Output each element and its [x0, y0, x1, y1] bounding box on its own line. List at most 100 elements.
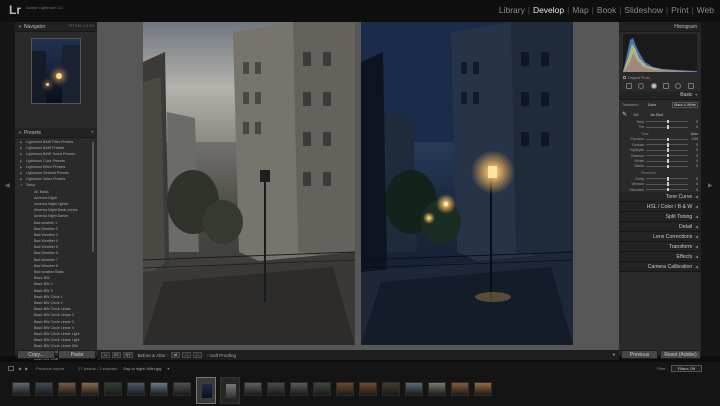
- filmstrip-thumb[interactable]: [12, 382, 30, 396]
- wb-select[interactable]: As Shot: [651, 113, 663, 117]
- slider-knob[interactable]: [667, 182, 669, 186]
- module-slideshow[interactable]: Slideshow: [624, 5, 663, 15]
- section-split-toning[interactable]: Split Toning ◀: [619, 212, 701, 223]
- add-preset-icon[interactable]: +: [90, 130, 94, 136]
- histogram-graph[interactable]: [623, 34, 697, 72]
- section-hsl-color-b-w[interactable]: HSL / Color / B & W ◀: [619, 202, 701, 213]
- section-tone-curve[interactable]: Tone Curve ◀: [619, 192, 701, 203]
- navigator-preview[interactable]: [31, 38, 81, 104]
- filmstrip-thumb[interactable]: [336, 382, 354, 396]
- module-develop[interactable]: Develop: [533, 5, 564, 15]
- eyedropper-icon[interactable]: ✎: [622, 111, 629, 118]
- filmstrip-thumb[interactable]: [81, 382, 99, 396]
- slider-track[interactable]: [646, 119, 688, 124]
- slider-value[interactable]: 0: [688, 154, 698, 158]
- navigator-header[interactable]: ▼ Navigator FIT FILL 1:1 3:1: [15, 22, 97, 32]
- filename[interactable]: Day to night: After.jpg: [123, 366, 161, 371]
- section-camera-calibration[interactable]: Camera Calibration ◀: [619, 262, 701, 273]
- radial-filter-icon[interactable]: [675, 83, 682, 89]
- adjustment-brush-icon[interactable]: [687, 83, 694, 89]
- original-photo-toggle[interactable]: Original Photo: [619, 74, 701, 81]
- presets-header[interactable]: ▼ Presets +: [15, 128, 97, 138]
- filmstrip-thumb[interactable]: [58, 382, 76, 396]
- swap-before-after-button[interactable]: ⇄: [171, 352, 181, 358]
- back-icon[interactable]: ◀: [18, 366, 21, 371]
- slider-value[interactable]: 0: [688, 120, 698, 124]
- paste-button[interactable]: Paste: [58, 350, 96, 359]
- slider-value[interactable]: 0: [688, 143, 698, 147]
- slider-knob[interactable]: [667, 119, 669, 124]
- slider-knob[interactable]: [667, 153, 669, 158]
- slider-knob[interactable]: [667, 148, 669, 153]
- slider-value[interactable]: 0: [688, 148, 698, 152]
- copy-before-to-after-button[interactable]: →: [182, 352, 192, 358]
- module-map[interactable]: Map: [572, 5, 589, 15]
- filename-menu-icon[interactable]: ▾: [167, 366, 169, 371]
- slider-track[interactable]: [646, 164, 688, 169]
- filmstrip-thumb[interactable]: [104, 382, 122, 396]
- section-transform[interactable]: Transform ◀: [619, 242, 701, 253]
- slider-knob[interactable]: [667, 164, 669, 169]
- left-panel-toggle[interactable]: ◀: [0, 22, 15, 356]
- slider-value[interactable]: 0: [688, 159, 698, 163]
- soft-proofing-checkbox[interactable]: ▫ Soft Proofing: [207, 353, 236, 358]
- filmstrip-thumb[interactable]: [428, 382, 446, 396]
- slider-value[interactable]: 0: [688, 125, 698, 129]
- filmstrip-thumb[interactable]: [382, 382, 400, 396]
- zoom-options[interactable]: FIT FILL 1:1 3:1: [69, 24, 94, 28]
- filmstrip-thumb[interactable]: [150, 382, 168, 396]
- toolbar-menu-icon[interactable]: ▾: [613, 352, 615, 358]
- module-book[interactable]: Book: [597, 5, 616, 15]
- filmstrip-thumb[interactable]: [290, 382, 308, 396]
- slider-track[interactable]: [646, 143, 688, 147]
- slider-knob[interactable]: [667, 187, 669, 192]
- slider-track[interactable]: [646, 177, 688, 181]
- slider-track[interactable]: [646, 159, 688, 163]
- filmstrip-thumb[interactable]: [173, 382, 191, 396]
- filter-select[interactable]: Filters Off: [670, 365, 702, 372]
- copy-button[interactable]: Copy...: [17, 350, 55, 359]
- histogram-header[interactable]: Histogram: [619, 22, 701, 32]
- slider-track[interactable]: [646, 187, 688, 192]
- slider-track[interactable]: [646, 137, 688, 142]
- crop-tool-icon[interactable]: [626, 83, 633, 89]
- filmstrip-thumb[interactable]: [244, 382, 262, 396]
- graduated-filter-icon[interactable]: [663, 83, 670, 89]
- filmstrip-thumb[interactable]: [220, 377, 240, 404]
- filmstrip-thumb[interactable]: [127, 382, 145, 396]
- reset-button[interactable]: Reset (Adobe): [660, 350, 701, 359]
- image-canvas[interactable]: [97, 22, 619, 350]
- right-panel-toggle[interactable]: ▶: [701, 22, 720, 356]
- slider-track[interactable]: [646, 182, 688, 186]
- treatment-bw-option[interactable]: Black & White: [672, 102, 698, 108]
- slider-knob[interactable]: [667, 143, 669, 147]
- grid-view-icon[interactable]: [8, 366, 14, 371]
- red-eye-icon[interactable]: [650, 83, 657, 89]
- filmstrip-thumb[interactable]: [267, 382, 285, 396]
- section-effects[interactable]: Effects ◀: [619, 252, 701, 263]
- auto-tone-button[interactable]: Auto: [691, 132, 698, 136]
- section-detail[interactable]: Detail ◀: [619, 222, 701, 233]
- slider-value[interactable]: 0: [688, 164, 698, 168]
- copy-after-to-before-button[interactable]: ←: [193, 352, 203, 358]
- slider-knob[interactable]: [667, 177, 669, 181]
- slider-track[interactable]: [646, 153, 688, 158]
- slider-track[interactable]: [646, 148, 688, 153]
- slider-value[interactable]: 0: [688, 188, 698, 192]
- section-lens-corrections[interactable]: Lens Corrections ◀: [619, 232, 701, 243]
- slider-value[interactable]: 0.00: [688, 137, 698, 141]
- filmstrip-thumb-selected[interactable]: [196, 377, 216, 404]
- slider-value[interactable]: 0: [688, 177, 698, 181]
- slider-knob[interactable]: [667, 137, 669, 142]
- source-label[interactable]: Previous Import: [36, 366, 64, 371]
- basic-header[interactable]: Basic ▼: [619, 91, 701, 100]
- xy-view-button[interactable]: XY: [112, 352, 121, 358]
- filmstrip-thumb[interactable]: [451, 382, 469, 396]
- filmstrip-thumb[interactable]: [35, 382, 53, 396]
- module-print[interactable]: Print: [671, 5, 688, 15]
- loupe-view-button[interactable]: ▭: [101, 352, 110, 358]
- spot-removal-icon[interactable]: [638, 83, 645, 89]
- module-web[interactable]: Web: [697, 5, 714, 15]
- filmstrip-thumb[interactable]: [405, 382, 423, 396]
- filmstrip-thumb[interactable]: [359, 382, 377, 396]
